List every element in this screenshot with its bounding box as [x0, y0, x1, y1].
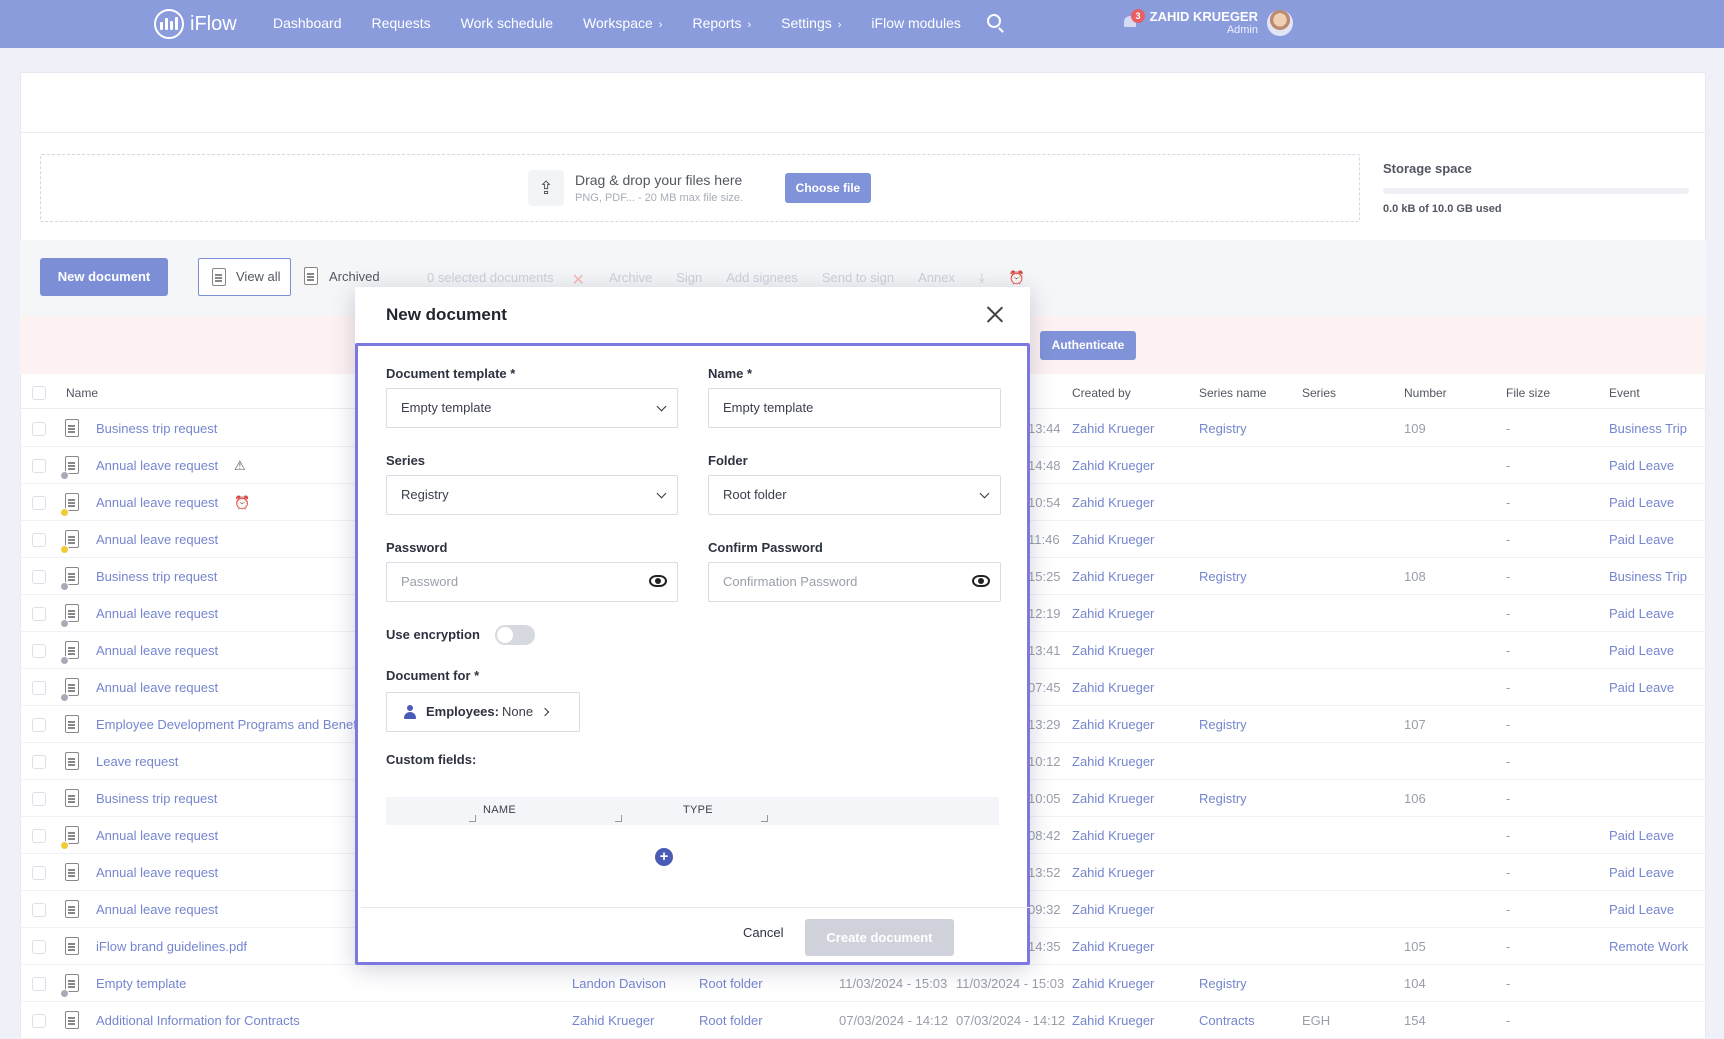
- new-document-dialog: New document Document template * Empty t…: [355, 287, 1030, 965]
- use-encryption-toggle[interactable]: [495, 625, 535, 645]
- series-label: Series: [386, 453, 426, 468]
- show-confirm-password-eye-icon[interactable]: [972, 575, 990, 587]
- document-for-label: Document for *: [386, 668, 480, 683]
- name-input[interactable]: Empty template: [708, 388, 1001, 428]
- confirm-password-input[interactable]: Confirmation Password: [708, 562, 1001, 602]
- custom-field-name-column: NAME: [483, 804, 516, 816]
- dialog-title: New document: [386, 305, 507, 324]
- name-label: Name *: [708, 366, 753, 381]
- close-icon[interactable]: [986, 305, 1004, 323]
- confirm-password-label: Confirm Password: [708, 540, 823, 555]
- password-label: Password: [386, 540, 448, 555]
- dialog-form: Document template * Empty template Name …: [355, 343, 1030, 965]
- add-custom-field-plus-icon[interactable]: +: [655, 848, 673, 866]
- dialog-footer-divider: [361, 907, 1030, 908]
- password-placeholder: Password: [401, 574, 459, 589]
- create-document-button[interactable]: Create document: [805, 919, 954, 956]
- document-template-label: Document template *: [386, 366, 516, 381]
- person-icon: [404, 705, 416, 719]
- password-input[interactable]: Password: [386, 562, 678, 602]
- column-resize-handle[interactable]: [761, 815, 768, 822]
- column-resize-handle[interactable]: [615, 815, 622, 822]
- folder-select[interactable]: Root folder: [708, 475, 1001, 515]
- folder-label: Folder: [708, 453, 748, 468]
- chevron-right-icon: [540, 707, 550, 717]
- cancel-button[interactable]: Cancel: [743, 925, 783, 940]
- employees-selector[interactable]: Employees: None: [386, 692, 580, 732]
- employees-label: Employees:: [426, 704, 499, 719]
- column-resize-handle[interactable]: [469, 815, 476, 822]
- show-password-eye-icon[interactable]: [649, 575, 667, 587]
- confirm-password-placeholder: Confirmation Password: [723, 574, 858, 589]
- custom-fields-label: Custom fields:: [386, 752, 477, 767]
- employees-value: None: [502, 704, 534, 719]
- use-encryption-label: Use encryption: [386, 627, 480, 642]
- document-template-select[interactable]: Empty template: [386, 388, 678, 428]
- custom-fields-table-header: NAME TYPE: [386, 797, 999, 825]
- custom-field-type-column: TYPE: [683, 804, 713, 816]
- series-select[interactable]: Registry: [386, 475, 678, 515]
